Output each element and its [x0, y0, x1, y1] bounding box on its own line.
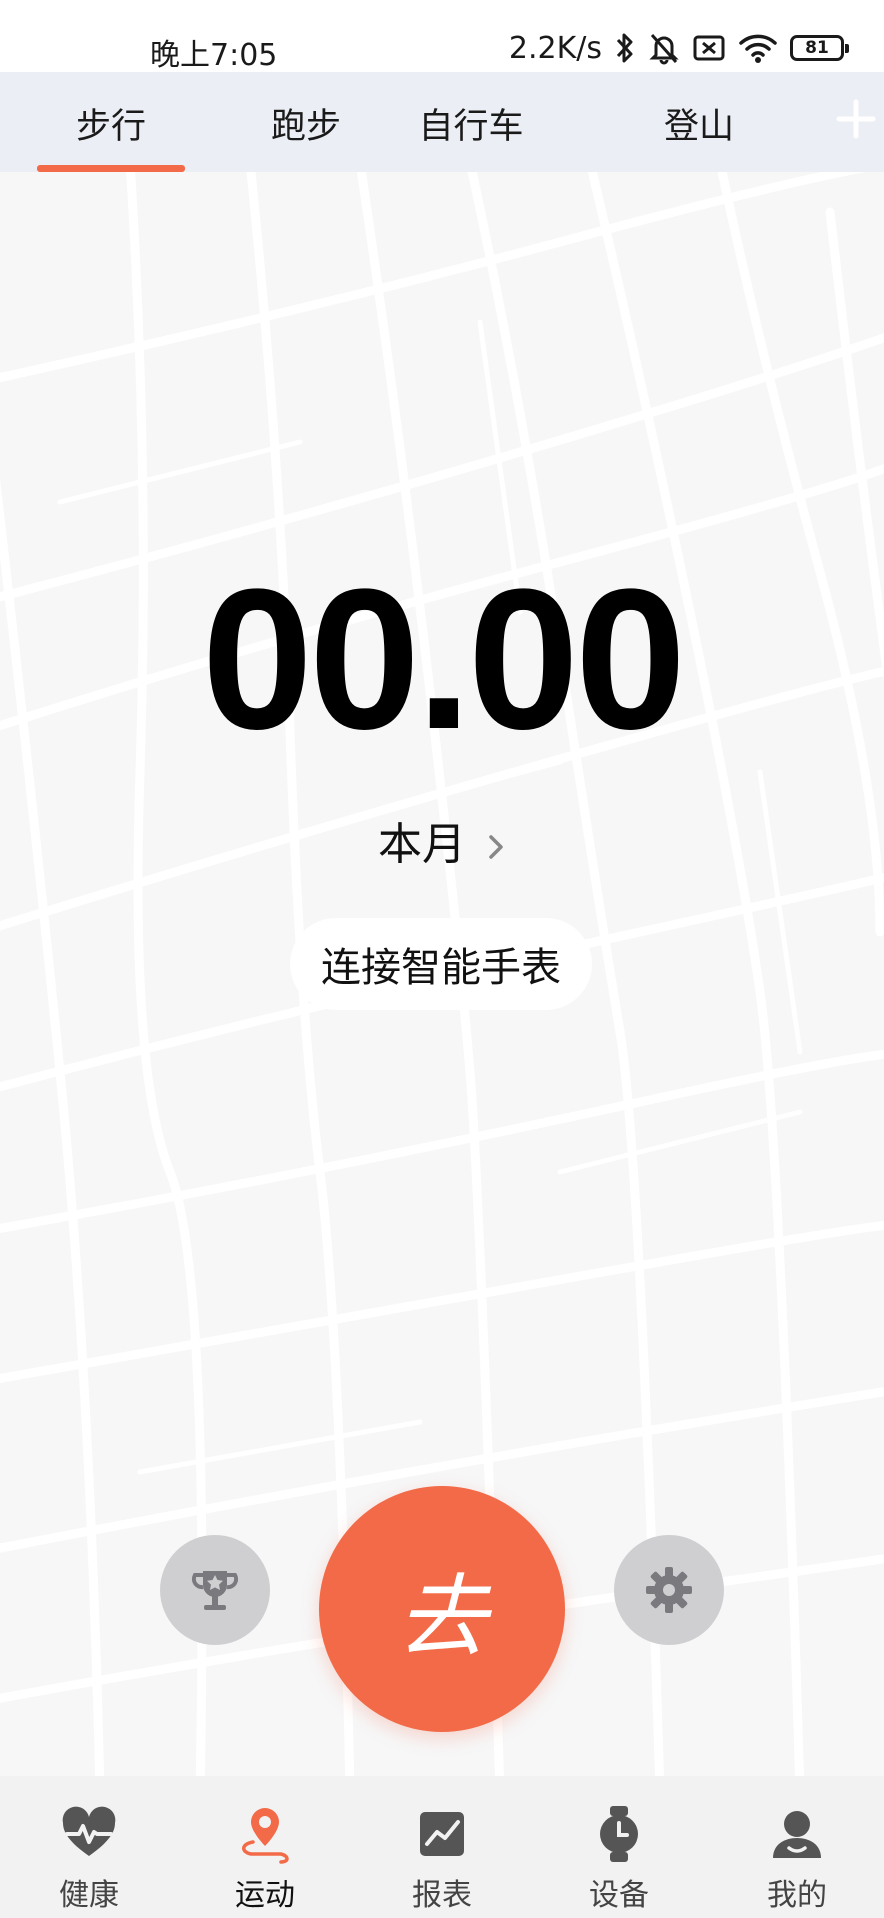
bottom-nav: 健康 运动 报表 设备 我的: [0, 1776, 884, 1918]
start-go-button[interactable]: 去: [319, 1486, 565, 1732]
gear-icon: [646, 1567, 692, 1613]
nav-device[interactable]: 设备: [549, 1804, 689, 1914]
status-bar: 晚上7:05 2.2K/s 81: [0, 0, 884, 73]
distance-value: 00.00: [201, 548, 687, 771]
trophy-icon: [191, 1571, 239, 1610]
bluetooth-icon: [616, 33, 633, 63]
net-speed: 2.2K/s: [508, 30, 602, 66]
location-pin-icon: [242, 1808, 289, 1864]
nav-health-label: 健康: [59, 1878, 119, 1913]
tab-running[interactable]: 跑步: [231, 98, 381, 149]
battery-icon: 81: [790, 35, 849, 61]
heart-pulse-icon: [62, 1806, 116, 1856]
chevron-right-icon: [489, 835, 503, 859]
battery-level: 81: [805, 38, 829, 58]
nav-mine-label: 我的: [767, 1878, 827, 1913]
chart-icon: [420, 1812, 464, 1856]
nav-sport[interactable]: 运动: [195, 1804, 335, 1914]
nav-report[interactable]: 报表: [372, 1804, 512, 1914]
sim-off-icon: [693, 35, 725, 61]
settings-button[interactable]: [614, 1535, 724, 1645]
tab-cycling[interactable]: 自行车: [396, 98, 546, 149]
nav-device-label: 设备: [589, 1878, 649, 1913]
nav-health[interactable]: 健康: [19, 1804, 159, 1914]
nav-report-label: 报表: [412, 1878, 472, 1913]
plus-icon[interactable]: [834, 94, 878, 144]
tab-hiking[interactable]: 登山: [624, 98, 774, 149]
period-label: 本月: [378, 819, 466, 870]
mute-icon: [649, 34, 679, 65]
status-time: 晚上7:05: [150, 38, 278, 73]
period-selector[interactable]: 本月: [0, 808, 884, 872]
status-icons: 2.2K/s 81: [508, 28, 849, 68]
nav-mine[interactable]: 我的: [727, 1804, 867, 1914]
wifi-icon: [739, 34, 777, 63]
watch-icon: [600, 1806, 638, 1862]
tab-active-indicator: [37, 165, 185, 172]
tab-walking[interactable]: 步行: [36, 98, 186, 149]
nav-sport-label: 运动: [235, 1878, 295, 1913]
sport-tabs: 步行 跑步 自行车 登山: [0, 72, 884, 172]
connect-watch-button[interactable]: 连接智能手表: [290, 918, 592, 1010]
trophy-button[interactable]: [160, 1535, 270, 1645]
user-icon: [773, 1811, 821, 1858]
